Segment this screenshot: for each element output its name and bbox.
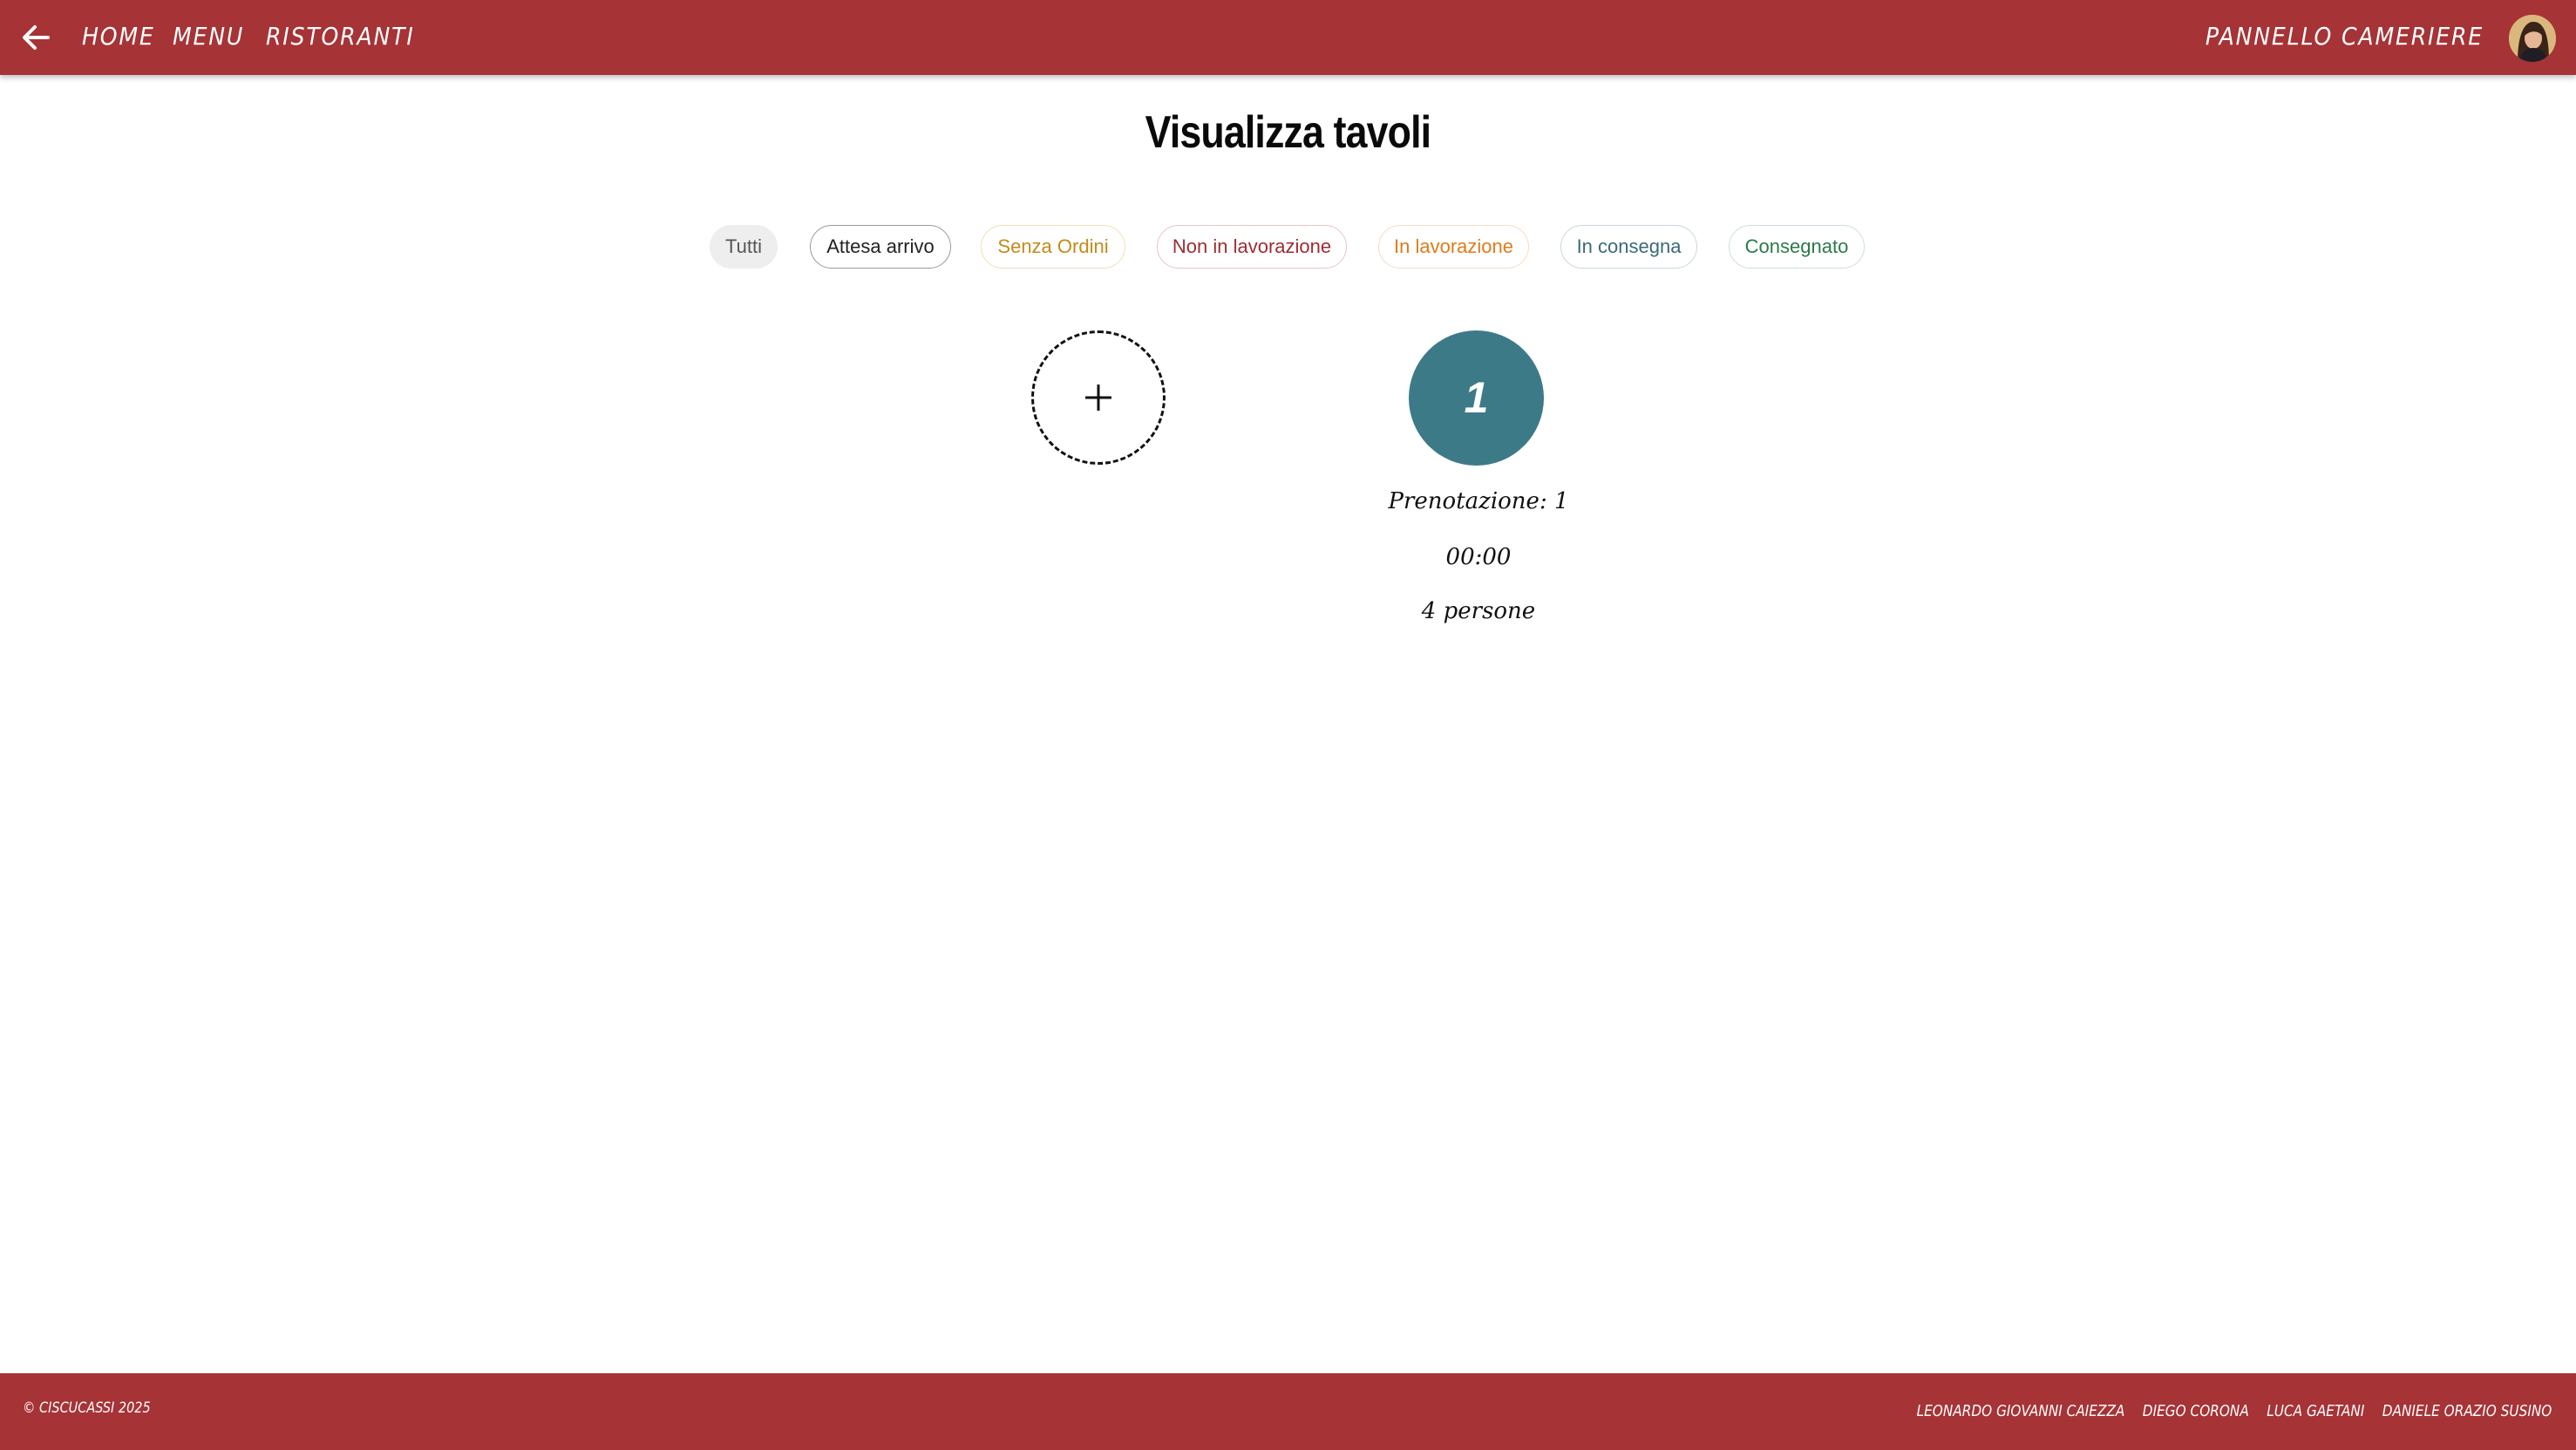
- filter-non-in-lavorazione[interactable]: Non in lavorazione: [1157, 225, 1347, 269]
- nav-ristoranti-link[interactable]: Ristoranti: [266, 17, 415, 56]
- author-link[interactable]: Diego Corona: [2142, 1402, 2248, 1420]
- page-title-text: Visualizza tavoli: [1145, 107, 1431, 158]
- filter-in-lavorazione[interactable]: In lavorazione: [1378, 225, 1529, 269]
- filter-tutti[interactable]: Tutti: [710, 225, 778, 269]
- nav-home-link[interactable]: Home: [82, 17, 155, 56]
- authors-list: Leonardo Giovanni Caiezza Diego Corona L…: [1916, 1402, 2552, 1420]
- author-link[interactable]: Daniele Orazio Susino: [2382, 1402, 2552, 1420]
- filter-in-consegna[interactable]: In consegna: [1560, 225, 1697, 269]
- filter-consegnato[interactable]: Consegnato: [1729, 225, 1865, 269]
- footer: © CiscuCassi 2025 Leonardo Giovanni Caie…: [0, 1373, 2576, 1450]
- user-avatar[interactable]: [2509, 15, 2556, 62]
- back-arrow-icon[interactable]: [19, 21, 52, 54]
- table-time-label: 00:00: [1445, 544, 1512, 570]
- nav-menu-link[interactable]: Menu: [173, 17, 244, 56]
- filter-senza-ordini[interactable]: Senza Ordini: [981, 225, 1125, 269]
- table-people-label: 4 persone: [1421, 598, 1536, 624]
- page-title: Visualizza tavoli: [0, 106, 2576, 159]
- table-reservation-label: Prenotazione: 1: [1388, 488, 1569, 514]
- table-number: 1: [1464, 373, 1489, 422]
- author-link[interactable]: Leonardo Giovanni Caiezza: [1916, 1402, 2124, 1420]
- copyright-text: © CiscuCassi 2025: [23, 1399, 151, 1417]
- author-link[interactable]: Luca Gaetani: [2267, 1402, 2364, 1420]
- filter-attesa-arrivo[interactable]: Attesa arrivo: [810, 225, 951, 269]
- table-1-button[interactable]: 1: [1409, 330, 1544, 466]
- add-table-button[interactable]: [1031, 330, 1166, 465]
- plus-icon: [1085, 385, 1111, 411]
- panel-title: Pannello Cameriere: [2205, 22, 2484, 51]
- top-navbar: Home Menu Ristoranti Pannello Cameriere: [0, 0, 2576, 75]
